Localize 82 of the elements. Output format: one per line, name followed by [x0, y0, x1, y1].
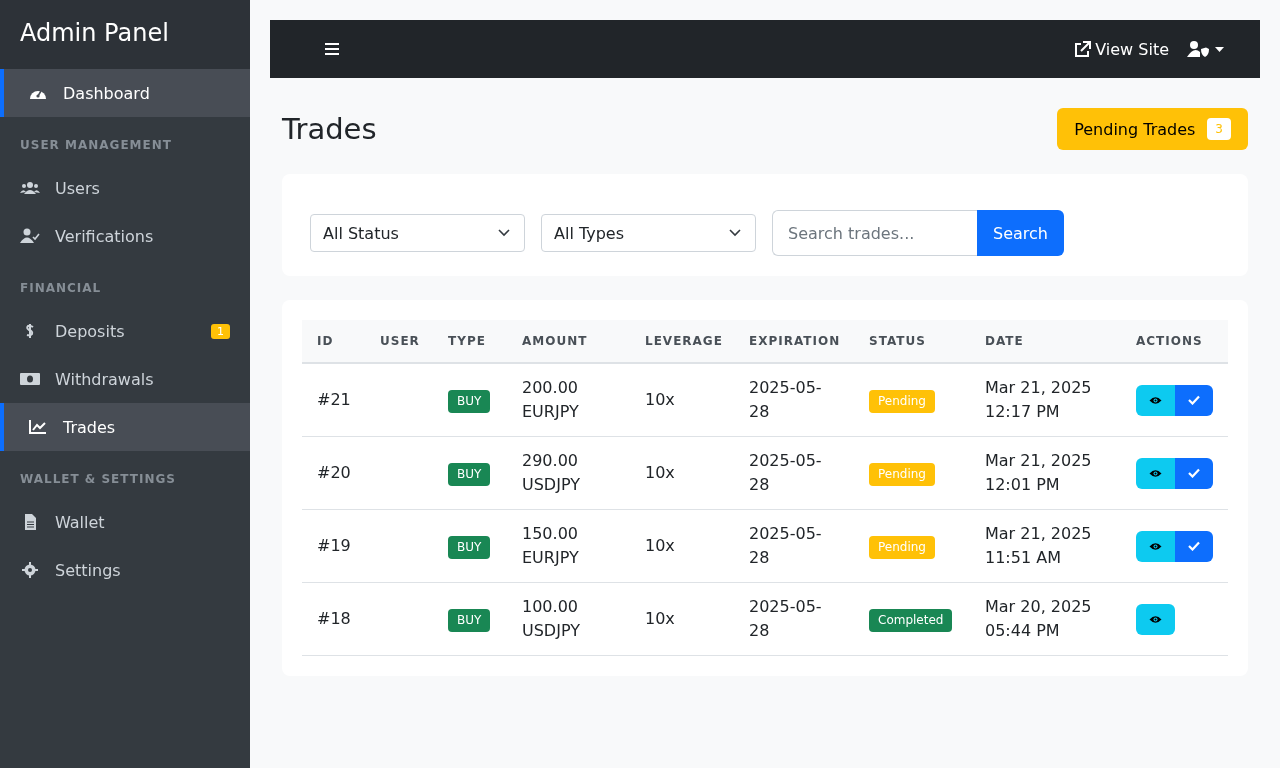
- section-heading: WALLET & SETTINGS: [19, 471, 177, 488]
- type-badge: BUY: [448, 462, 491, 486]
- chevron-icon: [729, 229, 741, 237]
- menu-icon: [324, 42, 340, 56]
- count-badge: 1: [211, 323, 230, 339]
- sidebar-title: Admin Panel: [0, 0, 250, 69]
- money-icon: [20, 371, 40, 387]
- table-cell: 100.00 USDJPY: [507, 582, 630, 656]
- eye-icon: [1148, 395, 1162, 405]
- check-icon: [1187, 468, 1200, 478]
- table-cell: #19: [302, 509, 365, 583]
- search-field[interactable]: Search trades...: [772, 210, 977, 256]
- user-shield-icon: [1187, 40, 1209, 58]
- table-cell: #20: [302, 436, 365, 510]
- search-button[interactable]: Search: [977, 210, 1064, 256]
- sidebar-item[interactable]: Dashboard: [0, 69, 250, 117]
- view-button[interactable]: [1136, 530, 1175, 562]
- eye-icon: [1148, 468, 1162, 478]
- user-check-icon: [20, 228, 40, 244]
- view-button[interactable]: [1136, 603, 1175, 635]
- table-cell: 2025-05-28: [734, 582, 854, 656]
- column-header: TYPE: [433, 320, 507, 363]
- eye-icon: [1149, 614, 1162, 624]
- table-cell: Mar 21, 2025 12:01 PM: [970, 436, 1121, 510]
- type-select[interactable]: All Types: [541, 214, 756, 252]
- count-badge: 3: [1207, 118, 1231, 140]
- table-cell: 290.00 USDJPY: [507, 436, 630, 510]
- table-cell: 10x: [630, 509, 734, 583]
- table-cell: #18: [302, 582, 365, 656]
- table-cell: 200.00 EURJPY: [507, 363, 630, 437]
- status-badge: Pending: [869, 462, 935, 486]
- sidebar-item[interactable]: Withdrawals: [0, 355, 250, 403]
- status-badge: Completed: [869, 608, 953, 632]
- column-header: ID: [302, 320, 365, 363]
- table-cell: Mar 21, 2025 11:51 AM: [970, 509, 1121, 583]
- table-cell: 2025-05-28: [734, 509, 854, 583]
- page-title: Trades: [282, 112, 377, 146]
- view-site-link[interactable]: View Site: [1074, 39, 1169, 59]
- caret-icon: [1215, 46, 1224, 52]
- approve-button[interactable]: [1174, 384, 1213, 416]
- table-cell: Mar 20, 2025 05:44 PM: [970, 582, 1121, 656]
- external-link-icon: [1074, 40, 1092, 58]
- type-badge: BUY: [448, 535, 491, 559]
- type-badge: BUY: [448, 608, 491, 632]
- column-header: AMOUNT: [507, 320, 630, 363]
- users-icon: [20, 180, 40, 196]
- chart-icon: [28, 419, 48, 435]
- column-header: ACTIONS: [1121, 320, 1228, 363]
- sidebar-item[interactable]: Deposits 1: [0, 307, 250, 355]
- status-badge: Pending: [869, 535, 935, 559]
- table-cell: 10x: [630, 436, 734, 510]
- table-cell: 2025-05-28: [734, 436, 854, 510]
- view-button[interactable]: [1136, 384, 1175, 416]
- column-header: EXPIRATION: [734, 320, 854, 363]
- table-cell: Mar 21, 2025 12:17 PM: [970, 363, 1121, 437]
- table-cell: #21: [302, 363, 365, 437]
- column-header: USER: [365, 320, 433, 363]
- approve-button[interactable]: [1174, 457, 1213, 489]
- column-header: DATE: [970, 320, 1121, 363]
- sidebar-item[interactable]: Wallet: [0, 498, 250, 546]
- pending-trades-button[interactable]: Pending Trades 3: [1057, 108, 1248, 150]
- sidebar-item[interactable]: Trades: [0, 403, 250, 451]
- status-select[interactable]: All Status: [310, 214, 525, 252]
- type-badge: BUY: [448, 389, 491, 413]
- column-header: LEVERAGE: [630, 320, 734, 363]
- sidebar-item[interactable]: Settings: [0, 546, 250, 594]
- approve-button[interactable]: [1174, 530, 1213, 562]
- sidebar-item[interactable]: Users: [0, 164, 250, 212]
- check-icon: [1187, 541, 1200, 551]
- table-cell: 2025-05-28: [734, 363, 854, 437]
- eye-icon: [1148, 541, 1162, 551]
- check-icon: [1187, 395, 1200, 405]
- table-cell: 150.00 EURJPY: [507, 509, 630, 583]
- chevron-icon: [498, 229, 510, 237]
- view-button[interactable]: [1136, 457, 1175, 489]
- table-cell: 10x: [630, 363, 734, 437]
- section-heading: USER MANAGEMENT: [19, 137, 173, 154]
- column-header: STATUS: [854, 320, 970, 363]
- section-heading: FINANCIAL: [19, 280, 103, 297]
- status-badge: Pending: [869, 389, 935, 413]
- table-cell: 10x: [630, 582, 734, 656]
- sidebar-item[interactable]: Verifications: [0, 212, 250, 260]
